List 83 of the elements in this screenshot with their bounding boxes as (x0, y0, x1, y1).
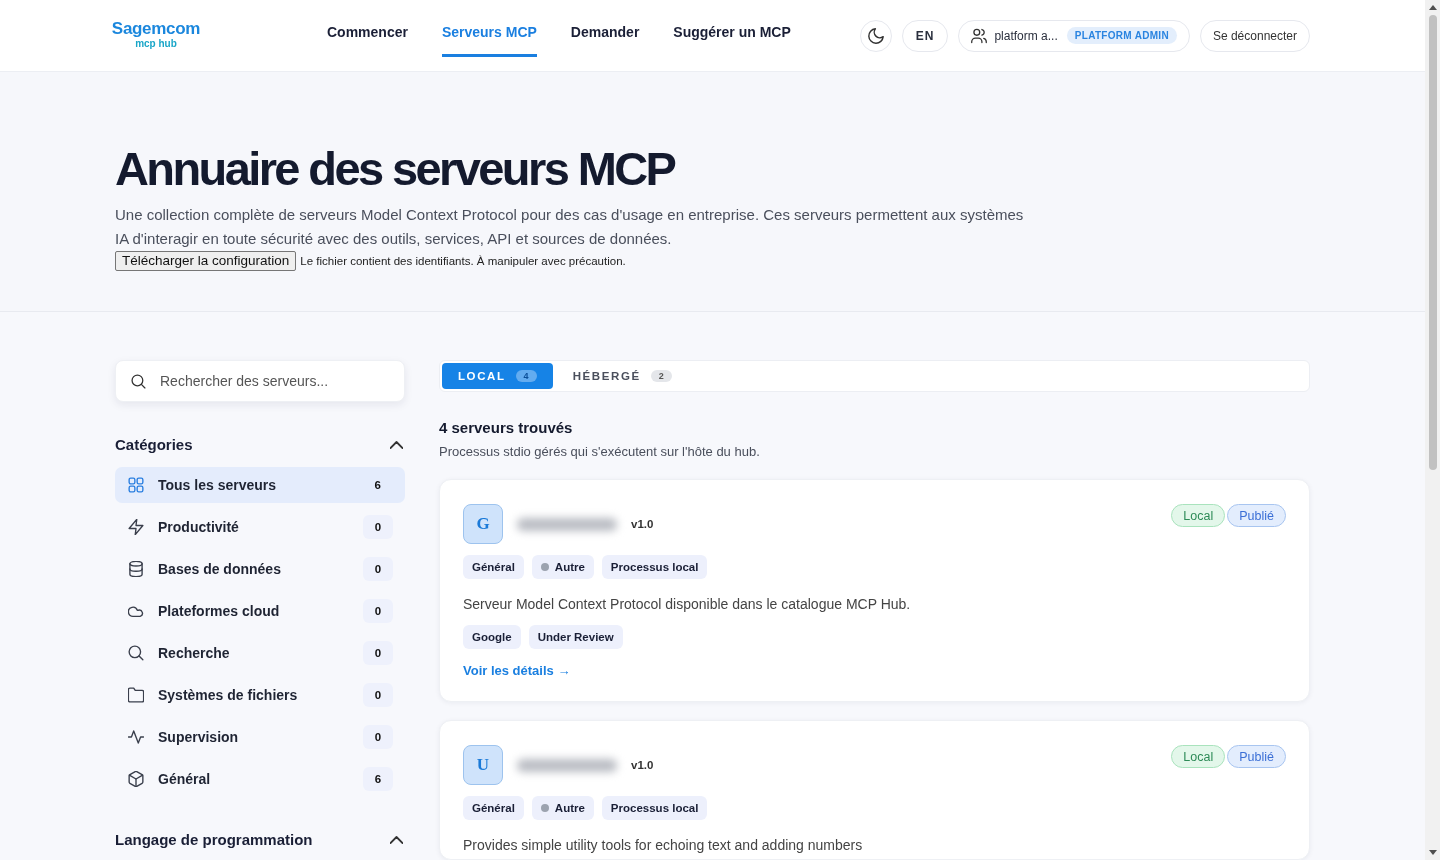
category-label: Général (158, 771, 212, 787)
server-description: Serveur Model Context Protocol disponible dans le catalogue MCP Hub. (463, 595, 912, 614)
chevron-icon[interactable] (390, 835, 403, 844)
count-badge: 2 (650, 370, 672, 382)
status-badge: Publié (1227, 504, 1286, 527)
page-title: Annuaire des serveurs MCP (115, 142, 676, 195)
logo-subtitle: mcp hub (135, 38, 177, 49)
search-field[interactable]: Rechercher des serveurs... (115, 360, 405, 402)
category-item[interactable]: Plateformes cloud 0 (115, 593, 405, 629)
details-link[interactable]: Voir les détails → (463, 663, 571, 678)
tag: Under Review (528, 625, 623, 649)
download-config-button[interactable]: Télécharger la configuration (115, 251, 297, 271)
tag: Général (463, 555, 524, 579)
count-badge: 0 (363, 599, 393, 623)
results-count: 4 serveurs trouvés (439, 419, 574, 436)
category-item[interactable]: Bases de données 0 (115, 551, 405, 587)
logo-wordmark[interactable]: Sagemcom (111, 20, 201, 38)
count-badge: 0 (363, 515, 393, 539)
category-label: Plateformes cloud (158, 603, 281, 619)
mode-badge: Local (1171, 504, 1226, 527)
logout-button[interactable]: Se déconnecter (1199, 19, 1310, 52)
chevron-icon[interactable] (390, 440, 403, 449)
category-label: Supervision (158, 729, 240, 745)
tab[interactable]: LOCAL 4 (442, 363, 553, 389)
cube-icon (128, 771, 144, 787)
category-item[interactable]: Supervision 0 (115, 719, 405, 755)
nav-link[interactable]: Serveurs MCP (441, 24, 537, 57)
role-badge: PLATFORM ADMIN (1066, 27, 1177, 44)
credentials-warning: Le fichier contient des identifiants. À manipuler avec précaution. (300, 255, 626, 267)
folder-icon (128, 687, 144, 703)
search-icon (131, 374, 146, 389)
page-description: Une collection complète de serveurs Model Context Protocol pour des cas d'usage en entreprise. Ces serveurs permettent aux systèmes IA d'interagir en toute sécurité avec des outils, services, API et sources de données. (115, 205, 1025, 249)
nav-link[interactable]: Demander (570, 24, 640, 57)
count-badge: 0 (363, 557, 393, 581)
category-label: Recherche (158, 645, 231, 661)
category-label: Bases de données (158, 561, 282, 577)
users-icon (971, 27, 988, 44)
results-subtitle: Processus stdio gérés qui s'exécutent sur l'hôte du hub. (439, 444, 761, 459)
tag: Google (463, 625, 521, 649)
grid-icon (128, 477, 144, 493)
theme-toggle-button[interactable] (859, 19, 892, 52)
nav-link[interactable]: Suggérer un MCP (673, 24, 791, 57)
search-icon (128, 645, 144, 661)
lightning-icon (128, 519, 144, 535)
server-avatar: U (463, 745, 503, 785)
category-item[interactable]: Systèmes de fichiers 0 (115, 677, 405, 713)
tag: Général (463, 796, 524, 820)
count-badge: 0 (363, 641, 393, 665)
cloud-icon (128, 603, 144, 619)
pulse-icon (128, 729, 144, 745)
item-count: 6 (374, 478, 381, 493)
category-item[interactable]: Recherche 0 (115, 635, 405, 671)
scroll-down-icon[interactable] (1428, 850, 1437, 855)
language-button[interactable]: EN (901, 19, 949, 52)
user-menu-button[interactable]: platform a... PLATFORM ADMIN (958, 19, 1190, 52)
tag-text: Autre (554, 802, 585, 814)
section-heading: Langage de programmation (115, 831, 313, 848)
section-heading: Catégories (115, 436, 193, 453)
tag: Processus local (601, 796, 708, 820)
count-badge: 0 (363, 683, 393, 707)
status-badge: Publié (1227, 745, 1286, 768)
tab[interactable]: HÉBERGÉ 2 (556, 363, 688, 389)
count-badge: 6 (363, 767, 393, 791)
version-label: v1.0 (631, 759, 654, 771)
category-item[interactable]: Tous les serveurs 6 (115, 467, 405, 503)
count-badge: 0 (363, 725, 393, 749)
count-badge: 4 (515, 370, 537, 382)
category-label: Systèmes de fichiers (158, 687, 299, 703)
scrollbar-thumb[interactable] (1428, 15, 1437, 470)
database-icon (128, 561, 144, 577)
tag-text: Autre (554, 561, 585, 573)
category-label: Productivité (158, 519, 240, 535)
category-item[interactable]: Général 6 (115, 761, 405, 797)
server-avatar: G (463, 504, 503, 544)
mode-badge: Local (1171, 745, 1226, 768)
version-label: v1.0 (631, 518, 654, 530)
nav-link[interactable]: Commencer (327, 24, 408, 57)
category-item[interactable]: Productivité 0 (115, 509, 405, 545)
moon-icon (867, 27, 884, 44)
tag: Processus local (601, 555, 708, 579)
category-label: Tous les serveurs (158, 477, 278, 493)
scroll-up-icon[interactable] (1428, 5, 1437, 10)
server-description: Provides simple utility tools for echoing text and adding numbers (463, 836, 864, 855)
